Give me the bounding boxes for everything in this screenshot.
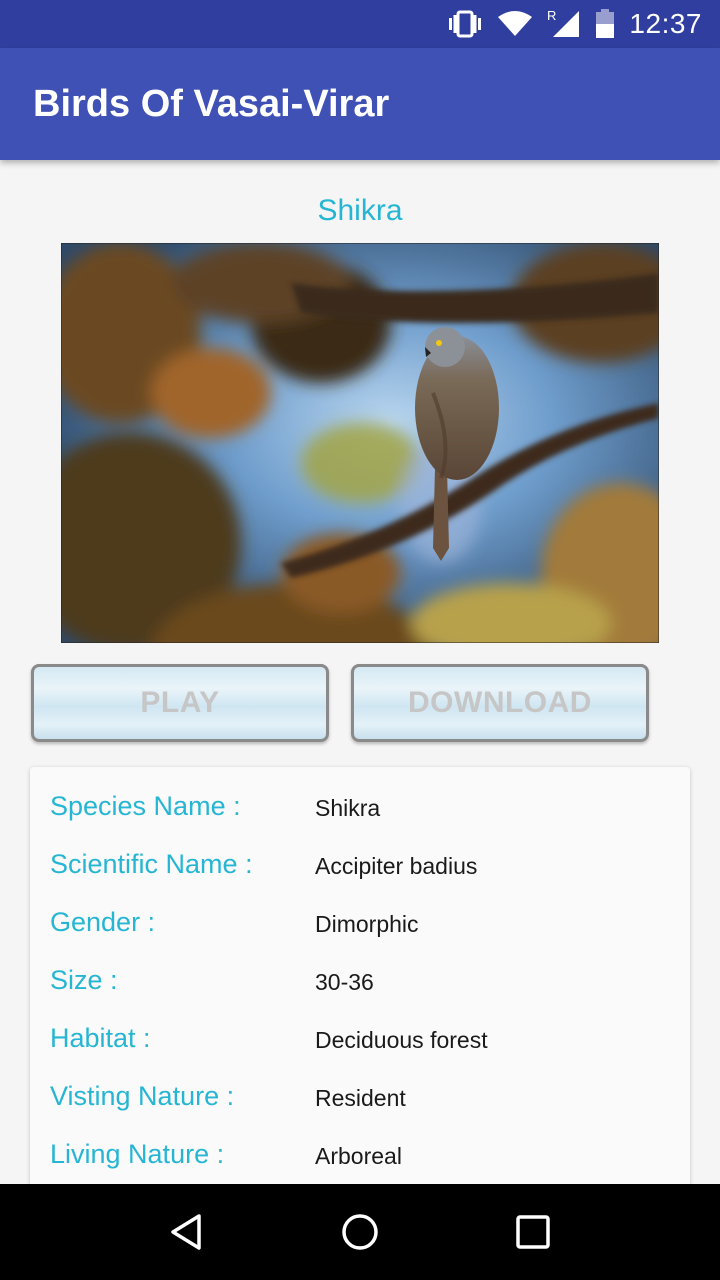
navigation-bar: [0, 1184, 720, 1280]
play-button[interactable]: PLAY: [31, 664, 329, 742]
home-icon[interactable]: [320, 1192, 400, 1272]
info-row-living-nature: Living Nature : Arboreal: [30, 1139, 690, 1184]
bird-name-heading: Shikra: [317, 194, 403, 227]
status-bar: R 12:37: [0, 0, 720, 48]
habitat-value: Deciduous forest: [315, 1027, 488, 1053]
download-button[interactable]: DOWNLOAD: [351, 664, 649, 742]
vibrate-icon: [447, 10, 483, 38]
visiting-nature-label: Visting Nature :: [50, 1081, 235, 1111]
info-row-visiting-nature: Visting Nature : Resident: [30, 1081, 690, 1139]
roaming-indicator: R: [547, 9, 556, 23]
info-row-habitat: Habitat : Deciduous forest: [30, 1023, 690, 1081]
recents-icon[interactable]: [493, 1192, 573, 1272]
gender-value: Dimorphic: [315, 911, 419, 937]
app-title: Birds Of Vasai-Virar: [33, 82, 390, 125]
status-time: 12:37: [629, 8, 702, 39]
info-row-size: Size : 30-36: [30, 965, 690, 1023]
living-nature-label: Living Nature :: [50, 1139, 225, 1169]
info-row-species-name: Species Name : Shikra: [30, 791, 690, 849]
bird-photo: [61, 243, 659, 643]
visiting-nature-value: Resident: [315, 1085, 406, 1111]
back-icon[interactable]: [147, 1192, 227, 1272]
bird-detail-content[interactable]: Shikra PLAY DOWNLOAD Species Name: Shik…: [0, 160, 720, 1184]
gender-label: Gender :: [50, 907, 156, 937]
species-name-value: Shikra: [315, 795, 381, 821]
habitat-label: Habitat :: [50, 1023, 151, 1053]
info-row-gender: Gender : Dimorphic: [30, 907, 690, 965]
info-row-scientific-name: Scientific Name : Accipiter badius: [30, 849, 690, 907]
app-bar: Birds Of Vasai-Virar: [0, 48, 720, 160]
scientific-name-value: Accipiter badius: [315, 853, 478, 879]
cell-signal-icon: R: [547, 9, 581, 39]
size-label: Size :: [50, 965, 118, 995]
living-nature-value: Arboreal: [315, 1143, 402, 1169]
scientific-name-label: Scientific Name :: [50, 849, 253, 879]
species-name-label: Species Name :: [50, 791, 241, 821]
wifi-icon: [497, 10, 533, 38]
bird-info-card: Species Name : Shikra Scientific Name : …: [30, 767, 690, 1184]
battery-icon: [595, 9, 615, 39]
size-value: 30-36: [315, 969, 374, 995]
